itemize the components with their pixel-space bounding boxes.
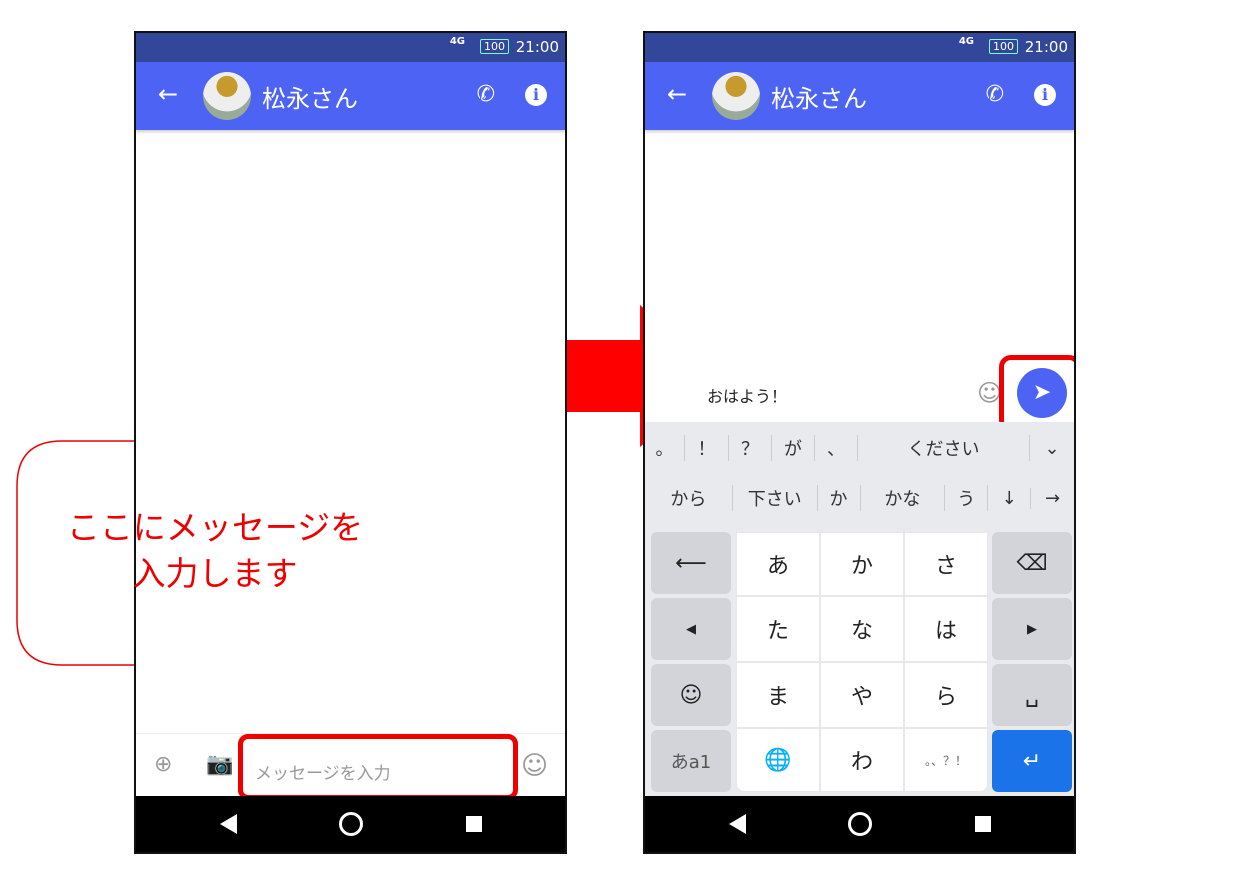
- emoji-key[interactable]: ☺: [651, 664, 731, 726]
- nav-recents-icon[interactable]: [975, 816, 991, 832]
- info-icon[interactable]: i: [525, 84, 547, 106]
- android-nav-bar: [136, 796, 565, 852]
- signal-icon: 4G: [449, 36, 465, 47]
- emoji-icon[interactable]: ☺: [521, 751, 548, 781]
- nav-home-icon[interactable]: [339, 812, 363, 836]
- chat-header: ← 松永さん ✆ i: [645, 62, 1074, 130]
- nav-home-icon[interactable]: [848, 812, 872, 836]
- contact-name: 松永さん: [262, 85, 358, 113]
- suggestion[interactable]: かな: [861, 485, 946, 511]
- camera-icon[interactable]: 📷: [206, 752, 233, 777]
- clock: 21:00: [1024, 38, 1068, 56]
- suggestion[interactable]: ？: [729, 435, 772, 461]
- message-input-placeholder: メッセージを入力: [255, 764, 391, 784]
- keyboard: 。 ！ ？ が 、 ください ⌄ から 下さい か かな う ↓ → ⟵ あ か…: [645, 422, 1074, 800]
- suggestion[interactable]: から: [645, 485, 733, 511]
- suggestion[interactable]: か: [818, 485, 861, 511]
- clock: 21:00: [515, 38, 559, 56]
- backspace-key[interactable]: ⌫: [992, 532, 1072, 594]
- callout-line-2: 入力します: [132, 554, 298, 593]
- avatar[interactable]: [203, 72, 251, 120]
- android-nav-bar: [645, 796, 1074, 852]
- punctuation-key[interactable]: 。、？！: [904, 728, 988, 792]
- suggestion[interactable]: ください: [858, 435, 1030, 461]
- key-ta[interactable]: た: [736, 596, 820, 662]
- suggestion[interactable]: ！: [685, 435, 729, 461]
- key-ka[interactable]: か: [820, 532, 904, 596]
- phone-call-icon[interactable]: ✆: [986, 82, 1004, 107]
- suggestion-row-1: 。 ！ ？ が 、 ください ⌄: [645, 426, 1074, 470]
- suggestion[interactable]: →: [1031, 488, 1074, 509]
- back-arrow-icon[interactable]: ←: [158, 80, 178, 108]
- phone-call-icon[interactable]: ✆: [477, 82, 495, 107]
- input-mode-key[interactable]: あa1: [651, 730, 731, 792]
- globe-key[interactable]: 🌐: [736, 728, 820, 792]
- key-wa[interactable]: わ: [820, 728, 904, 792]
- nav-recents-icon[interactable]: [466, 816, 482, 832]
- cursor-left-key[interactable]: ◀: [651, 598, 731, 660]
- nav-back-icon[interactable]: [729, 814, 746, 834]
- callout-line-1: ここにメッセージを: [66, 508, 364, 547]
- suggestion[interactable]: 。: [645, 435, 685, 461]
- info-icon[interactable]: i: [1034, 84, 1056, 106]
- battery-icon: 100: [480, 39, 509, 54]
- callout-text: ここにメッセージを 入力します: [30, 505, 400, 597]
- suggestion[interactable]: う: [945, 485, 989, 511]
- avatar[interactable]: [712, 72, 760, 120]
- message-input-bar: ⊕ 📷 メッセージを入力 ☺: [136, 733, 565, 800]
- undo-key[interactable]: ⟵: [651, 532, 731, 594]
- suggestion[interactable]: が: [772, 435, 815, 461]
- phone-before: 4G 100 21:00 ← 松永さん ✆ i ⊕ 📷 メッセージを入力 ☺: [134, 31, 567, 854]
- key-a[interactable]: あ: [736, 532, 820, 596]
- key-sa[interactable]: さ: [904, 532, 988, 596]
- key-ha[interactable]: は: [904, 596, 988, 662]
- key-ya[interactable]: や: [820, 662, 904, 728]
- message-input[interactable]: メッセージを入力: [238, 734, 518, 800]
- key-ra[interactable]: ら: [904, 662, 988, 728]
- send-highlight: [999, 355, 1074, 432]
- back-arrow-icon[interactable]: ←: [667, 80, 687, 108]
- expand-chevron-icon[interactable]: ⌄: [1030, 438, 1074, 459]
- suggestion[interactable]: 下さい: [733, 485, 818, 511]
- suggestion[interactable]: ↓: [988, 487, 1032, 509]
- key-na[interactable]: な: [820, 596, 904, 662]
- nav-back-icon[interactable]: [220, 814, 237, 834]
- phone-after: 4G 100 21:00 ← 松永さん ✆ i おはよう！ ☺ ➤ 。 ！ ？ …: [643, 31, 1076, 854]
- chat-header: ← 松永さん ✆ i: [136, 62, 565, 130]
- contact-name: 松永さん: [771, 85, 867, 113]
- status-bar: 4G 100 21:00: [136, 33, 565, 62]
- plus-circle-icon[interactable]: ⊕: [154, 752, 172, 777]
- status-bar: 4G 100 21:00: [645, 33, 1074, 62]
- suggestion-row-2: から 下さい か かな う ↓ →: [645, 476, 1074, 520]
- battery-icon: 100: [989, 39, 1018, 54]
- signal-icon: 4G: [958, 36, 974, 47]
- space-key[interactable]: ␣: [992, 664, 1072, 726]
- cursor-right-key[interactable]: ▶: [992, 598, 1072, 660]
- enter-key[interactable]: ↵: [992, 730, 1072, 792]
- message-input[interactable]: おはよう！: [707, 383, 787, 407]
- suggestion[interactable]: 、: [815, 435, 858, 461]
- key-ma[interactable]: ま: [736, 662, 820, 728]
